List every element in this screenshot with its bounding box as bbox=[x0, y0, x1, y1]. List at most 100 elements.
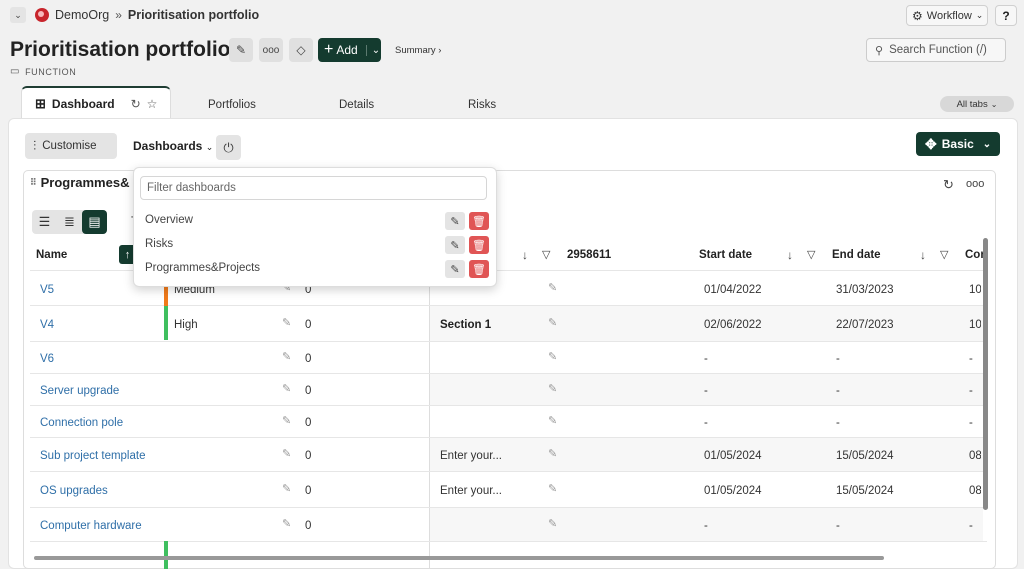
lock-button[interactable]: ⏻ bbox=[216, 135, 241, 160]
edit-pencil-icon[interactable]: ✎ bbox=[282, 382, 291, 395]
row-cor: 08, bbox=[969, 450, 981, 462]
search-input[interactable]: ⚲ Search Function (/) bbox=[866, 38, 1006, 62]
edit-pencil-icon[interactable]: ✎ bbox=[282, 447, 291, 460]
more-options-button[interactable]: ooo bbox=[259, 38, 283, 62]
column-header-cor[interactable]: Cor bbox=[965, 249, 985, 261]
dashboard-icon: ⊞ bbox=[35, 96, 46, 111]
add-button[interactable]: + Add ⌄ bbox=[318, 38, 381, 62]
vertical-scrollbar[interactable] bbox=[983, 238, 988, 510]
edit-pencil-icon[interactable]: ✎ bbox=[548, 350, 557, 363]
filter-dashboards-input[interactable]: Filter dashboards bbox=[140, 176, 487, 200]
edit-dashboard-button[interactable]: ✎ bbox=[445, 212, 465, 230]
edit-pencil-icon[interactable]: ✎ bbox=[548, 517, 557, 530]
workflow-button[interactable]: ⚙ Workflow ⌄ bbox=[906, 5, 988, 26]
refresh-icon[interactable]: ↻ bbox=[131, 97, 141, 111]
filter-icon[interactable]: ▽ bbox=[542, 248, 550, 261]
row-end-date: 15/05/2024 bbox=[836, 485, 894, 497]
dashboard-item-risks[interactable]: Risks bbox=[145, 238, 173, 250]
row-name-link[interactable]: V6 bbox=[40, 353, 54, 365]
edit-pencil-icon[interactable]: ✎ bbox=[282, 316, 291, 329]
widget-more-icon[interactable]: ooo bbox=[966, 178, 984, 190]
all-tabs-label: All tabs bbox=[956, 98, 988, 110]
trash-icon: 🗑 bbox=[472, 215, 486, 228]
row-start-date: - bbox=[704, 385, 708, 397]
horizontal-scrollbar[interactable] bbox=[34, 556, 884, 560]
column-header-2958611[interactable]: 2958611 bbox=[567, 249, 611, 261]
row-end-date: - bbox=[836, 385, 840, 397]
edit-pencil-icon[interactable]: ✎ bbox=[282, 414, 291, 427]
sort-arrow-down-icon[interactable]: ↓ bbox=[787, 248, 793, 262]
dashboards-dropdown[interactable]: Dashboards ⌄ bbox=[133, 139, 213, 153]
org-logo-icon bbox=[35, 8, 49, 22]
edit-pencil-icon[interactable]: ✎ bbox=[282, 350, 291, 363]
delete-dashboard-button[interactable]: 🗑 bbox=[469, 260, 489, 278]
edit-pencil-icon[interactable]: ✎ bbox=[548, 414, 557, 427]
density-compact-icon[interactable]: ☰ bbox=[32, 210, 57, 234]
row-name-link[interactable]: V4 bbox=[40, 319, 54, 331]
priority-indicator bbox=[164, 306, 168, 340]
row-name-link[interactable]: Connection pole bbox=[40, 417, 123, 429]
edit-pencil-icon[interactable]: ✎ bbox=[548, 316, 557, 329]
row-name-link[interactable]: Computer hardware bbox=[40, 520, 142, 532]
row-divider bbox=[30, 405, 987, 406]
edit-pencil-icon[interactable]: ✎ bbox=[548, 281, 557, 294]
pencil-icon: ✎ bbox=[450, 239, 460, 252]
edit-pencil-icon[interactable]: ✎ bbox=[282, 482, 291, 495]
row-start-date: - bbox=[704, 520, 708, 532]
row-name-link[interactable]: V5 bbox=[40, 284, 54, 296]
edit-dashboard-button[interactable]: ✎ bbox=[445, 260, 465, 278]
dashboard-item-overview[interactable]: Overview bbox=[145, 214, 193, 226]
row-end-date: 31/03/2023 bbox=[836, 284, 894, 296]
tab-details[interactable]: Details bbox=[339, 99, 374, 111]
delete-dashboard-button[interactable]: 🗑 bbox=[469, 236, 489, 254]
sort-arrow-down-icon[interactable]: ↓ bbox=[522, 248, 528, 262]
dashboard-item-programmes-projects[interactable]: Programmes&Projects bbox=[145, 262, 260, 274]
customise-button[interactable]: ⫶ Customise bbox=[25, 133, 117, 159]
basic-layout-button[interactable]: ✥ Basic ⌄ bbox=[916, 132, 1000, 156]
filter-icon[interactable]: ▽ bbox=[940, 248, 948, 261]
customise-label: Customise bbox=[42, 140, 97, 152]
summary-link[interactable]: Summary › bbox=[395, 45, 441, 56]
edit-title-button[interactable]: ✎ bbox=[229, 38, 253, 62]
row-section: Enter your... bbox=[440, 485, 503, 497]
density-medium-icon[interactable]: ≣ bbox=[57, 210, 82, 234]
column-header-end-date[interactable]: End date bbox=[832, 249, 881, 261]
tag-button[interactable]: ◇ bbox=[289, 38, 313, 62]
row-name-link[interactable]: Server upgrade bbox=[40, 385, 119, 397]
sort-arrow-down-icon[interactable]: ↓ bbox=[920, 248, 926, 262]
widget-refresh-icon[interactable]: ↻ bbox=[943, 177, 954, 193]
collapse-chevron-button[interactable]: ⌄ bbox=[10, 7, 26, 23]
breadcrumb: DemoOrg » Prioritisation portfolio bbox=[55, 8, 259, 22]
edit-pencil-icon[interactable]: ✎ bbox=[282, 517, 291, 530]
tab-risks[interactable]: Risks bbox=[468, 99, 496, 111]
row-start-date: 01/05/2024 bbox=[704, 450, 762, 462]
drag-handle-icon[interactable]: ⠿ bbox=[30, 177, 37, 188]
row-count: 0 bbox=[305, 417, 312, 429]
column-header-start-date[interactable]: Start date bbox=[699, 249, 752, 261]
edit-pencil-icon[interactable]: ✎ bbox=[548, 447, 557, 460]
pencil-icon: ✎ bbox=[450, 263, 460, 276]
row-end-date: - bbox=[836, 353, 840, 365]
row-divider bbox=[30, 341, 987, 342]
breadcrumb-org[interactable]: DemoOrg bbox=[55, 8, 109, 22]
more-icon: ooo bbox=[262, 44, 280, 56]
edit-pencil-icon[interactable]: ✎ bbox=[548, 382, 557, 395]
search-icon: ⚲ bbox=[875, 44, 884, 57]
tab-dashboard[interactable]: ⊞ Dashboard ↻ ☆ bbox=[21, 86, 171, 120]
dashboards-label: Dashboards bbox=[133, 139, 203, 153]
help-button[interactable]: ? bbox=[995, 5, 1017, 26]
all-tabs-button[interactable]: All tabs ⌄ bbox=[940, 96, 1014, 112]
trash-icon: 🗑 bbox=[472, 263, 486, 276]
briefcase-icon: ▭ bbox=[10, 66, 21, 77]
tab-portfolios[interactable]: Portfolios bbox=[208, 99, 256, 111]
density-table-icon[interactable]: ▤ bbox=[82, 210, 107, 234]
row-section: Section 1 bbox=[440, 319, 492, 331]
star-icon[interactable]: ☆ bbox=[147, 97, 158, 111]
row-name-link[interactable]: OS upgrades bbox=[40, 485, 108, 497]
edit-dashboard-button[interactable]: ✎ bbox=[445, 236, 465, 254]
filter-icon[interactable]: ▽ bbox=[807, 248, 815, 261]
row-name-link[interactable]: Sub project template bbox=[40, 450, 145, 462]
column-header-name[interactable]: Name bbox=[36, 249, 67, 261]
edit-pencil-icon[interactable]: ✎ bbox=[548, 482, 557, 495]
delete-dashboard-button[interactable]: 🗑 bbox=[469, 212, 489, 230]
